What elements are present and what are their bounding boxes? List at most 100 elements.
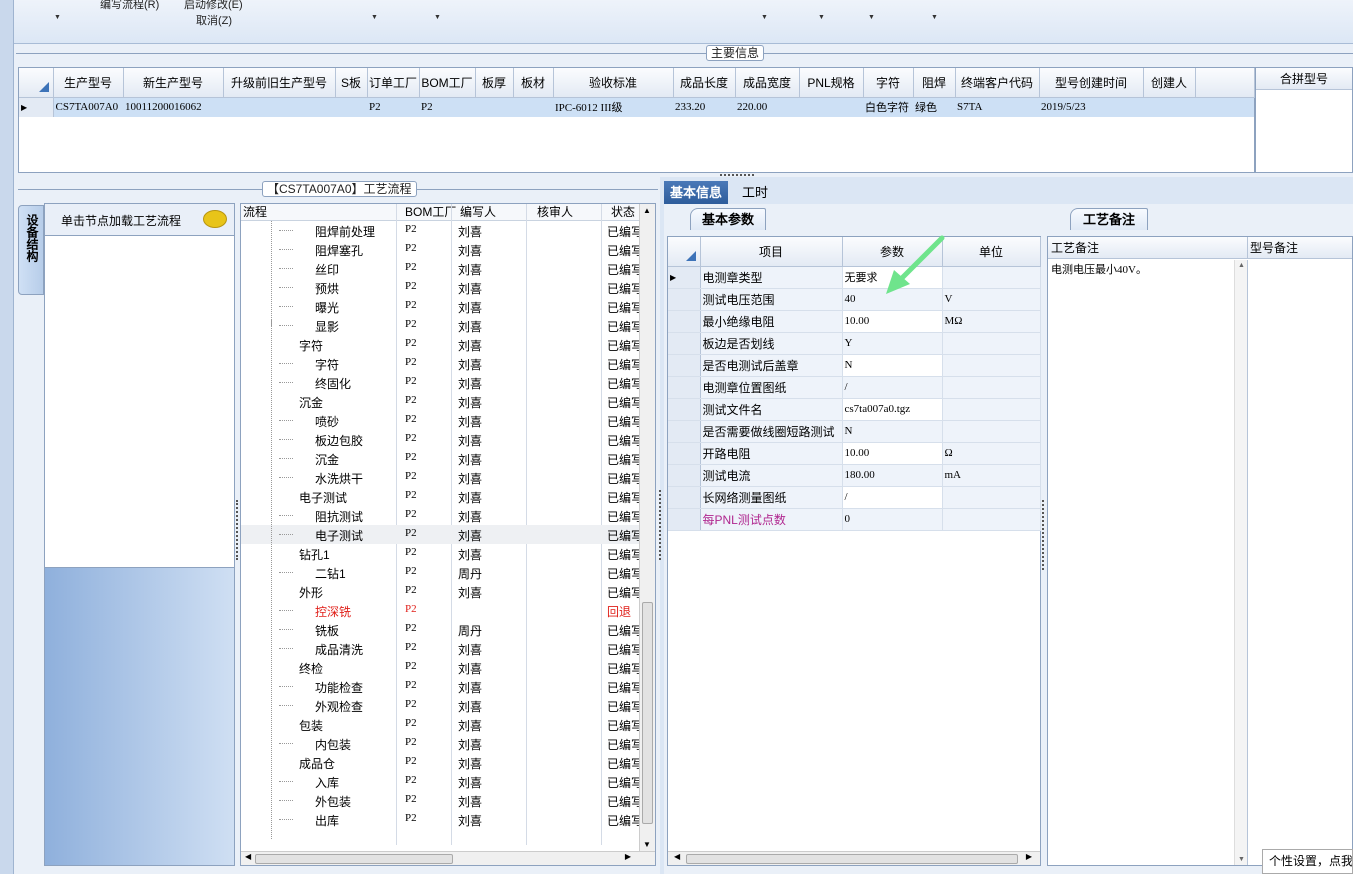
col-header[interactable]: 阻焊	[913, 68, 956, 98]
col-header[interactable]: 板厚	[475, 68, 514, 98]
col-header-unit[interactable]: 单位	[942, 237, 1041, 267]
tree-group-row[interactable]: −沉金P2刘喜已编写	[241, 392, 639, 411]
col-header[interactable]: 成品宽度	[735, 68, 800, 98]
col-header[interactable]: 字符	[863, 68, 914, 98]
table-cell[interactable]	[1143, 97, 1195, 117]
tree-group-row[interactable]: −电子测试P2刘喜已编写	[241, 487, 639, 506]
dropdown-arrow-icon[interactable]: ▼	[868, 14, 875, 21]
tree-step-row[interactable]: 曝光 P2 刘喜 已编写	[241, 297, 639, 316]
param-row[interactable]: 电测章位置图纸 /	[668, 376, 1041, 399]
tree-step-row[interactable]: 铣板 P2 周丹 已编写	[241, 620, 639, 639]
table-cell[interactable]: 220.00	[735, 97, 799, 117]
table-cell[interactable]: IPC-6012 III级	[553, 97, 673, 117]
scroll-right-icon[interactable]: ▶	[625, 852, 631, 861]
tree-step-row[interactable]: 阻焊前处理 P2 刘喜 已编写	[241, 221, 639, 240]
col-header[interactable]: 生产型号	[53, 68, 124, 98]
scroll-up-icon[interactable]: ▲	[1238, 262, 1245, 269]
scrollbar-thumb[interactable]	[686, 854, 1018, 864]
param-value[interactable]: 180.00	[842, 464, 943, 487]
row-header-corner[interactable]	[668, 237, 701, 267]
col-header[interactable]: 订单工厂	[367, 68, 420, 98]
param-row[interactable]: 是否电测试后盖章 N	[668, 354, 1041, 377]
dropdown-arrow-icon[interactable]: ▼	[54, 14, 61, 21]
tab-basic-info[interactable]: 基本信息	[664, 181, 729, 204]
param-value[interactable]: /	[842, 486, 943, 509]
param-value[interactable]: 0	[842, 508, 943, 531]
table-cell[interactable]: 233.20	[673, 97, 735, 117]
table-cell[interactable]	[223, 97, 335, 117]
dropdown-arrow-icon[interactable]: ▼	[818, 14, 825, 21]
col-header-item[interactable]: 项目	[700, 237, 843, 267]
tree-step-row[interactable]: 内包装 P2 刘喜 已编写	[241, 734, 639, 753]
tree-step-row[interactable]: 字符 P2 刘喜 已编写	[241, 354, 639, 373]
tree-step-row[interactable]: 成品清洗 P2 刘喜 已编写	[241, 639, 639, 658]
col-header[interactable]: PNL规格	[799, 68, 864, 98]
param-value[interactable]: Y	[842, 332, 943, 355]
param-value[interactable]: N	[842, 420, 943, 443]
table-cell[interactable]: 2019/5/23	[1039, 97, 1143, 117]
scroll-down-icon[interactable]: ▼	[643, 840, 651, 849]
param-row[interactable]: 板边是否划线 Y	[668, 332, 1041, 355]
col-header[interactable]: 终端客户代码	[955, 68, 1040, 98]
scroll-left-icon[interactable]: ◀	[245, 852, 251, 861]
scroll-up-icon[interactable]: ▲	[643, 206, 651, 215]
tree-col-header[interactable]: 核审人	[533, 204, 607, 221]
splitter-handle[interactable]	[236, 500, 239, 560]
table-cell[interactable]: P2	[419, 97, 475, 117]
splitter-handle[interactable]	[1042, 500, 1045, 570]
scroll-right-icon[interactable]: ▶	[1026, 852, 1032, 861]
horizontal-scrollbar[interactable]: ◀ ▶	[668, 851, 1040, 865]
horizontal-scrollbar[interactable]: ◀ ▶	[241, 851, 655, 865]
table-cell[interactable]: 绿色	[913, 97, 955, 117]
tree-col-header[interactable]: 状态	[607, 204, 639, 221]
dropdown-arrow-icon[interactable]: ▼	[434, 14, 441, 21]
col-header[interactable]: S板	[335, 68, 368, 98]
tree-step-row[interactable]: 终固化 P2 刘喜 已编写	[241, 373, 639, 392]
tree-group-row[interactable]: −成品仓P2刘喜已编写	[241, 753, 639, 772]
splitter-handle[interactable]	[720, 174, 754, 177]
tree-step-row[interactable]: 控深铣 P2 回退	[241, 601, 639, 620]
col-header[interactable]: BOM工厂	[419, 68, 476, 98]
table-cell[interactable]: 白色字符	[863, 97, 913, 117]
cancel-button[interactable]: 取消(Z)	[196, 12, 232, 28]
tree-step-row[interactable]: 丝印 P2 刘喜 已编写	[241, 259, 639, 278]
param-value[interactable]: 10.00	[842, 442, 943, 465]
tree-step-row[interactable]: 显影 P2 刘喜 已编写	[241, 316, 639, 335]
param-value[interactable]: 10.00	[842, 310, 943, 333]
param-row[interactable]: 测试电压范围 40 V	[668, 288, 1041, 311]
personal-settings-tooltip[interactable]: 个性设置，点我	[1262, 849, 1353, 874]
tree-step-row[interactable]: 电子测试 P2 刘喜 已编写	[241, 525, 639, 544]
table-cell[interactable]	[799, 97, 863, 117]
param-row[interactable]: 测试电流 180.00 mA	[668, 464, 1041, 487]
start-modify-button[interactable]: 启动修改(E)	[184, 0, 243, 12]
param-row[interactable]: ▶ 电测章类型 无要求	[668, 266, 1041, 289]
tree-step-row[interactable]: 沉金 P2 刘喜 已编写	[241, 449, 639, 468]
dropdown-arrow-icon[interactable]: ▼	[371, 14, 378, 21]
tree-col-header[interactable]: 编写人	[456, 204, 533, 221]
tree-step-row[interactable]: 入库 P2 刘喜 已编写	[241, 772, 639, 791]
splitter-handle[interactable]	[659, 490, 662, 560]
param-row[interactable]: 长网络测量图纸 /	[668, 486, 1041, 509]
scrollbar-thumb[interactable]	[255, 854, 453, 864]
table-cell[interactable]	[513, 97, 553, 117]
tab-device-structure[interactable]: 设备结构	[18, 205, 44, 295]
remark-scrollbar[interactable]: ▲ ▼	[1234, 260, 1248, 865]
tree-step-row[interactable]: 功能检查 P2 刘喜 已编写	[241, 677, 639, 696]
tree-step-row[interactable]: 外观检查 P2 刘喜 已编写	[241, 696, 639, 715]
tree-group-row[interactable]: −字符P2刘喜已编写	[241, 335, 639, 354]
tree-step-row[interactable]: 板边包胶 P2 刘喜 已编写	[241, 430, 639, 449]
tree-group-row[interactable]: −包装P2刘喜已编写	[241, 715, 639, 734]
param-row[interactable]: 最小绝缘电阻 10.00 MΩ	[668, 310, 1041, 333]
tab-work-hours[interactable]: 工时	[736, 181, 774, 204]
process-remark-text[interactable]: 电测电压最小40V。	[1051, 261, 1147, 277]
table-cell[interactable]: CS7TA007A0	[53, 97, 123, 117]
tree-col-header[interactable]: BOM工厂	[401, 204, 456, 221]
col-header[interactable]: 创建人	[1143, 68, 1196, 98]
write-flow-button[interactable]: 编写流程(R)	[100, 0, 159, 12]
scroll-left-icon[interactable]: ◀	[674, 852, 680, 861]
scrollbar-thumb[interactable]	[642, 602, 653, 824]
col-header[interactable]: 升级前旧生产型号	[223, 68, 336, 98]
dropdown-arrow-icon[interactable]: ▼	[931, 14, 938, 21]
tree-step-row[interactable]: 阻抗测试 P2 刘喜 已编写	[241, 506, 639, 525]
param-row[interactable]: 开路电阻 10.00 Ω	[668, 442, 1041, 465]
